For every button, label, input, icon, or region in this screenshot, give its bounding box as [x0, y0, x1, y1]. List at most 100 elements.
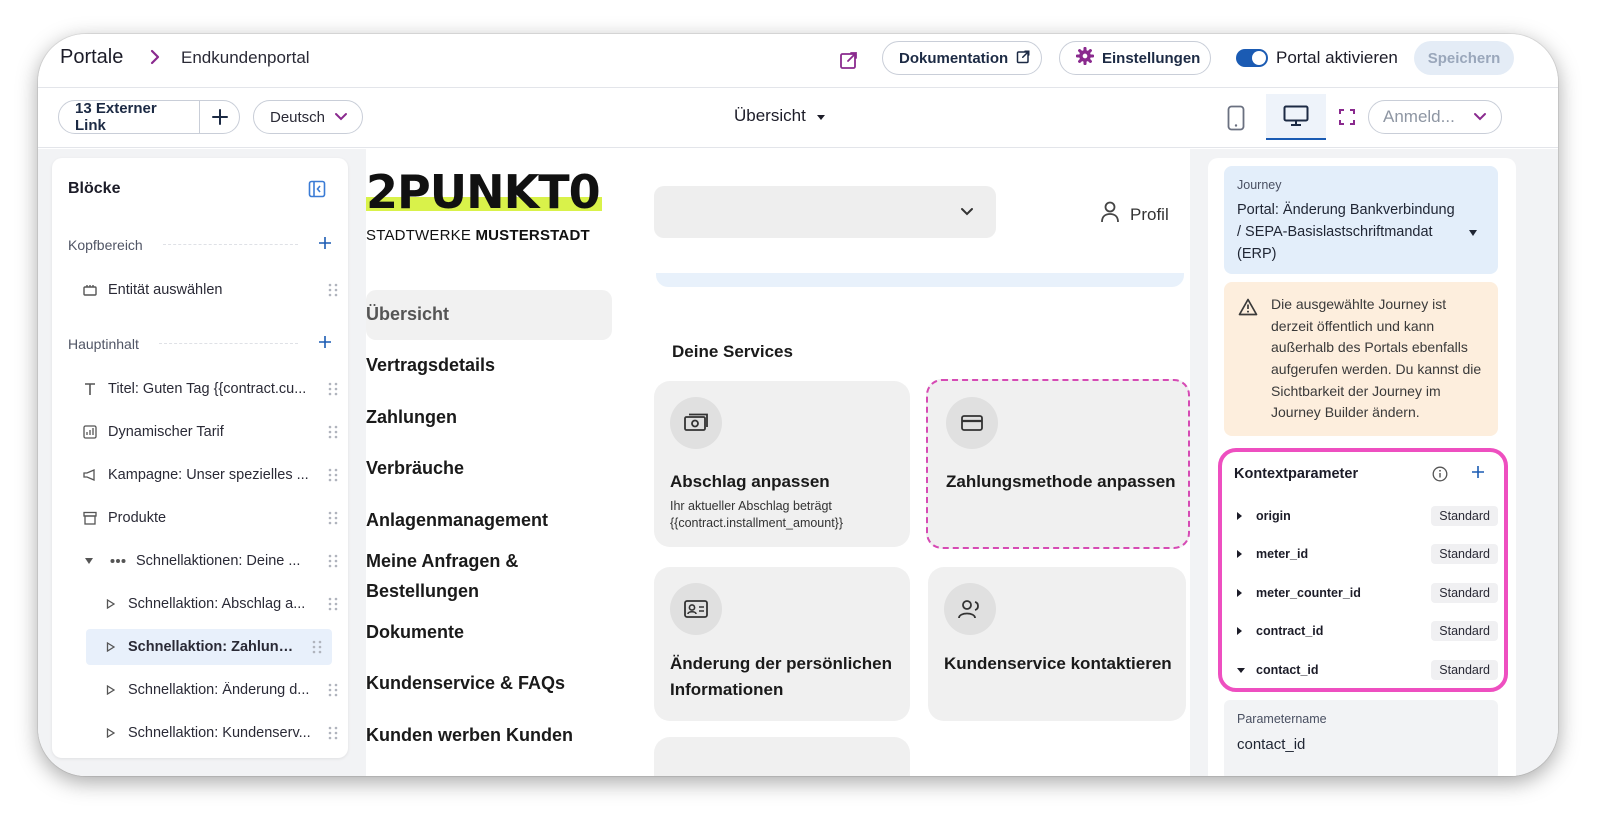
dots-icon [108, 558, 128, 564]
add-block-icon[interactable] [318, 335, 332, 352]
caret-right-icon [1230, 626, 1252, 636]
open-external-icon[interactable] [835, 46, 863, 74]
breadcrumb-root[interactable]: Portale [60, 46, 123, 69]
external-links-group: 13 Externer Link [58, 100, 240, 134]
logo-subtitle: STADTWERKE MUSTERSTADT [366, 227, 590, 244]
block-item[interactable]: Titel: Guten Tag {{contract.cu... [52, 371, 348, 407]
documentation-label: Dokumentation [899, 49, 1009, 67]
drag-handle-icon[interactable] [318, 725, 348, 741]
section-header-hauptinhalt: Hauptinhalt [68, 335, 332, 352]
entity-dropdown[interactable] [654, 186, 996, 238]
nav-item-kundenservice[interactable]: Kundenservice & FAQs [366, 673, 565, 694]
add-block-icon[interactable] [318, 236, 332, 253]
top-bar: Portale Endkundenportal Dokumentation Ei… [38, 34, 1558, 88]
support-icon [944, 583, 996, 635]
parameter-name-field[interactable]: Parametername contact_id [1224, 700, 1498, 776]
entity-icon [80, 283, 100, 297]
card-title: Änderung der persönlichen [670, 654, 892, 673]
desktop-device-icon[interactable] [1266, 94, 1326, 140]
card-title: Abschlag anpassen [670, 472, 830, 491]
drag-handle-icon[interactable] [302, 639, 332, 655]
param-badge: Standard [1431, 621, 1498, 641]
nav-item-verbraeuche[interactable]: Verbräuche [366, 458, 464, 479]
nav-item-anlagenmanagement[interactable]: Anlagenmanagement [366, 510, 548, 531]
param-row-contract-id[interactable]: contract_id Standard [1230, 617, 1498, 645]
fullscreen-icon[interactable] [1334, 104, 1360, 130]
service-card-zahlungsmethode[interactable]: Zahlungsmethode anpassen [926, 379, 1190, 549]
block-label: Kampagne: Unser spezielles ... [108, 467, 309, 483]
journey-select[interactable]: Journey Portal: Änderung Bankverbindung … [1224, 166, 1498, 274]
portal-preview: 2PUNKT0 STADTWERKE MUSTERSTADT Übersicht… [366, 149, 1190, 776]
nav-item-kunden-werben[interactable]: Kunden werben Kunden [366, 725, 573, 746]
save-button[interactable]: Speichern [1414, 41, 1514, 75]
block-label: Schnellaktion: Kundenserv... [128, 725, 311, 741]
block-item[interactable]: Schnellaktion: Kundenserv... [52, 715, 348, 751]
section-header-kopfbereich: Kopfbereich [68, 236, 332, 253]
service-card-abschlag[interactable]: Abschlag anpassen Ihr aktueller Abschlag… [654, 381, 910, 547]
drag-handle-icon[interactable] [318, 596, 348, 612]
external-links-button[interactable]: 13 Externer Link [59, 100, 201, 134]
caret-down-icon [1468, 224, 1478, 242]
triangle-icon [100, 642, 120, 652]
warning-text: Die ausgewählte Journey ist derzeit öffe… [1271, 296, 1482, 421]
param-row-origin[interactable]: origin Standard [1230, 502, 1498, 530]
block-item[interactable]: Schnellaktion: Änderung d... [52, 672, 348, 708]
block-label: Schnellaktion: Abschlag a... [128, 596, 306, 612]
param-name: contact_id [1256, 663, 1319, 677]
info-icon[interactable] [1432, 466, 1448, 487]
block-item-selected[interactable]: Schnellaktion: Zahlungsm... [86, 629, 332, 665]
param-row-meter-id[interactable]: meter_id Standard [1230, 540, 1498, 568]
param-row-contact-id[interactable]: contact_id Standard [1230, 656, 1498, 684]
param-name: origin [1256, 509, 1291, 523]
language-select[interactable]: Deutsch [253, 100, 363, 134]
context-parameters-title: Kontextparameter [1234, 466, 1359, 482]
drag-handle-icon[interactable] [318, 467, 348, 483]
drag-handle-icon[interactable] [318, 553, 348, 569]
service-card-persoenliche-info[interactable]: Änderung der persönlichen Informationen [654, 567, 910, 721]
documentation-button[interactable]: Dokumentation [882, 41, 1042, 75]
add-parameter-icon[interactable] [1470, 464, 1486, 485]
settings-label: Einstellungen [1102, 49, 1201, 67]
caret-down-icon[interactable] [82, 557, 96, 565]
profile-link[interactable]: Profil [1100, 201, 1169, 228]
nav-item-dokumente[interactable]: Dokumente [366, 622, 464, 643]
nav-item-anfragen[interactable]: Meine Anfragen & [366, 551, 518, 572]
page-select[interactable]: Übersicht [734, 106, 826, 126]
profile-label: Profil [1130, 204, 1169, 224]
nav-item-uebersicht[interactable]: Übersicht [366, 304, 449, 325]
service-card-kundenservice[interactable]: Kundenservice kontaktieren [928, 567, 1186, 721]
activate-portal-toggle[interactable] [1236, 49, 1268, 67]
add-link-icon[interactable] [200, 108, 239, 126]
block-item[interactable]: Kampagne: Unser spezielles ... [52, 457, 348, 493]
block-item[interactable]: Dynamischer Tarif [52, 414, 348, 450]
param-name: contract_id [1256, 624, 1324, 638]
chevron-down-icon [1473, 107, 1487, 127]
nav-item-zahlungen[interactable]: Zahlungen [366, 407, 457, 428]
block-item-expanded[interactable]: Schnellaktionen: Deine ... [52, 543, 348, 579]
breadcrumb-current: Endkundenportal [181, 48, 310, 67]
nav-item-vertragsdetails[interactable]: Vertragsdetails [366, 355, 495, 376]
service-card-partial[interactable] [654, 737, 910, 776]
drag-handle-icon[interactable] [318, 510, 348, 526]
drag-handle-icon[interactable] [318, 381, 348, 397]
collapse-panel-icon[interactable] [308, 180, 326, 203]
drag-handle-icon[interactable] [318, 682, 348, 698]
services-title: Deine Services [672, 342, 793, 361]
block-label: Entität auswählen [108, 282, 223, 298]
block-item[interactable]: Schnellaktion: Abschlag a... [52, 586, 348, 622]
card-subtitle: Ihr aktueller Abschlag beträgt [670, 499, 832, 513]
block-item[interactable]: Produkte [52, 500, 348, 536]
external-link-icon [1016, 49, 1031, 68]
param-badge: Standard [1431, 660, 1498, 680]
mobile-device-icon[interactable] [1222, 102, 1250, 134]
caret-right-icon [1230, 511, 1252, 521]
block-item[interactable]: Entität auswählen [52, 272, 348, 308]
param-row-meter-counter-id[interactable]: meter_counter_id Standard [1230, 579, 1498, 607]
drag-handle-icon[interactable] [318, 424, 348, 440]
login-state-select[interactable]: Anmeld... [1368, 100, 1502, 134]
drag-handle-icon[interactable] [318, 282, 348, 298]
gear-icon [1075, 46, 1095, 69]
settings-button[interactable]: Einstellungen [1059, 41, 1211, 75]
page-select-value: Übersicht [734, 106, 806, 125]
nav-item-anfragen-line2[interactable]: Bestellungen [366, 581, 479, 602]
